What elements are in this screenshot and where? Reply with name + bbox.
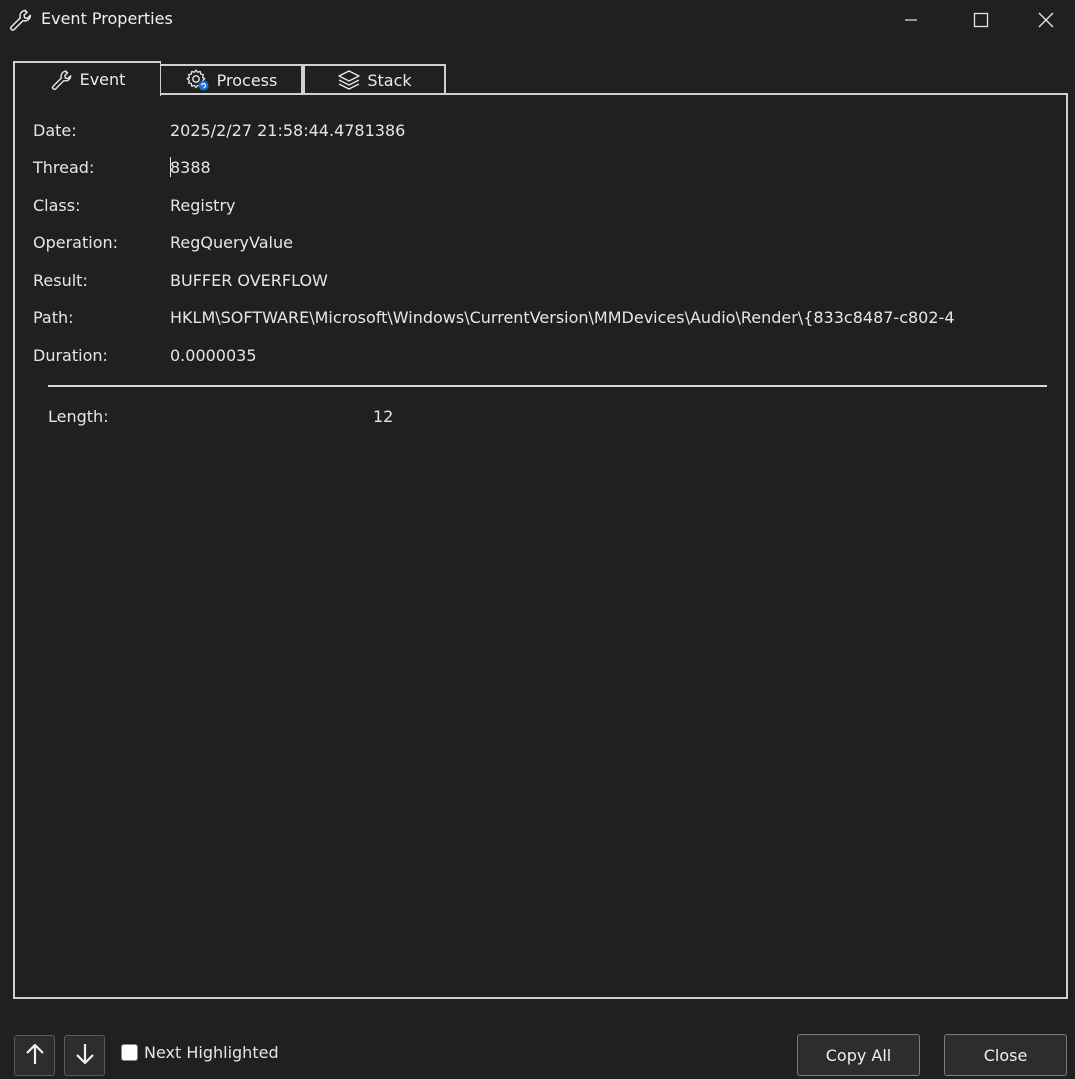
layers-icon [337,69,361,91]
next-event-button[interactable] [64,1035,105,1076]
details-divider [48,385,1047,387]
event-properties-window: Event Properties Event Process Stack Dat… [0,0,1075,1079]
title-bar[interactable]: Event Properties [0,0,1075,40]
duration-label: Duration: [33,346,108,365]
tab-event-label: Event [79,70,126,89]
active-tab-join [15,92,159,96]
window-title: Event Properties [41,9,173,28]
close-label: Close [983,1045,1028,1065]
date-label: Date: [33,121,77,140]
result-label: Result: [33,271,88,290]
event-panel [13,93,1068,999]
operation-label: Operation: [33,233,119,252]
next-highlighted-checkbox[interactable] [121,1044,138,1061]
maximize-icon [973,12,989,28]
tab-event[interactable]: Event [13,61,161,96]
close-window-button[interactable] [1016,0,1075,40]
length-label: Length: [48,407,109,426]
close-icon [1038,12,1054,28]
close-button[interactable]: Close [944,1034,1067,1076]
minimize-button[interactable] [876,0,946,40]
duration-value[interactable]: 0.0000035 [170,346,257,365]
length-value[interactable]: 12 [373,407,393,426]
tab-process-label: Process [216,70,278,90]
tab-process[interactable]: Process [159,64,303,94]
copy-all-button[interactable]: Copy All [797,1034,920,1076]
wrench-icon [8,8,34,32]
operation-value[interactable]: RegQueryValue [170,233,293,252]
date-value[interactable]: 2025/2/27 21:58:44.4781386 [170,121,405,140]
copy-all-label: Copy All [825,1045,892,1065]
path-value[interactable]: HKLM\SOFTWARE\Microsoft\Windows\CurrentV… [170,308,962,327]
path-label: Path: [33,308,74,327]
wrench-icon [50,68,74,92]
class-value[interactable]: Registry [170,196,236,215]
minimize-icon [904,13,918,27]
thread-label: Thread: [33,158,95,177]
tab-stack[interactable]: Stack [303,64,446,94]
result-value[interactable]: BUFFER OVERFLOW [170,271,328,290]
maximize-button[interactable] [946,0,1016,40]
arrow-down-icon [75,1042,95,1070]
thread-value[interactable]: 8388 [170,158,211,177]
next-highlighted-label: Next Highlighted [144,1043,279,1062]
next-highlighted-toggle[interactable]: Next Highlighted [121,1043,279,1062]
arrow-up-icon [25,1042,45,1070]
tab-stack-label: Stack [367,70,412,90]
gear-icon [185,68,211,92]
text-caret [170,157,171,177]
class-label: Class: [33,196,81,215]
previous-event-button[interactable] [14,1035,55,1076]
